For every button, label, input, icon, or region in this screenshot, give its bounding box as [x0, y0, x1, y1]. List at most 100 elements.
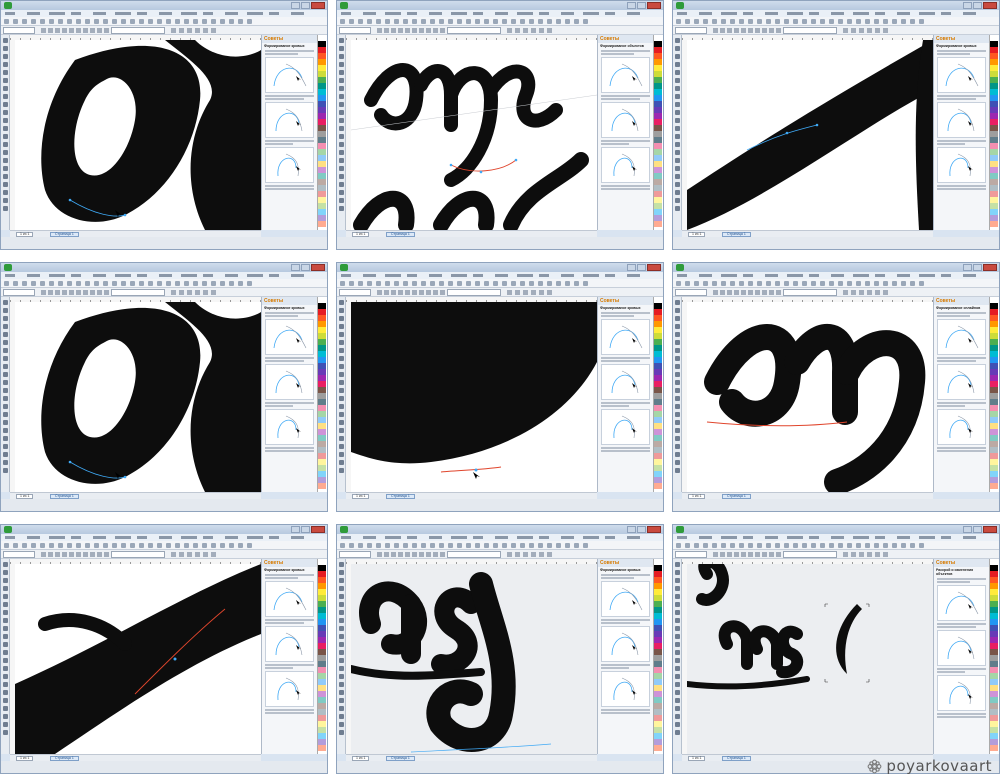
standard-toolbar[interactable] [337, 279, 663, 288]
toolbox[interactable] [337, 559, 346, 754]
snap-dropdown[interactable] [783, 289, 837, 296]
standard-toolbar[interactable] [673, 541, 999, 550]
preset-dropdown[interactable] [3, 27, 35, 34]
color-palette[interactable] [989, 35, 999, 230]
snap-dropdown[interactable] [783, 551, 837, 558]
color-palette[interactable] [317, 559, 327, 754]
window-controls[interactable] [963, 526, 997, 533]
menu-bar[interactable] [1, 10, 327, 17]
menu-bar[interactable] [673, 10, 999, 17]
drawing-canvas[interactable] [687, 564, 933, 754]
menu-bar[interactable] [673, 272, 999, 279]
color-palette[interactable] [653, 559, 663, 754]
drawing-canvas[interactable] [15, 40, 261, 230]
property-bar[interactable] [337, 288, 663, 297]
tips-docker[interactable]: Советы Формирование кривых [597, 297, 653, 492]
page-navigator[interactable]: 1 из 1 Страница 1 [10, 230, 261, 237]
color-palette[interactable] [989, 297, 999, 492]
page-navigator[interactable]: 1 из 1 Страница 1 [682, 492, 933, 499]
editor-window[interactable]: Советы Формирование кривых 1 из 1 Страни… [672, 0, 1000, 250]
window-controls[interactable] [627, 264, 661, 271]
toolbox[interactable] [1, 35, 10, 230]
standard-toolbar[interactable] [1, 279, 327, 288]
color-palette[interactable] [653, 35, 663, 230]
preset-dropdown[interactable] [339, 27, 371, 34]
editor-window[interactable]: Советы Формирование кривых 1 из 1 Страни… [336, 524, 664, 774]
standard-toolbar[interactable] [337, 17, 663, 26]
tips-docker[interactable]: Советы Формирование сплайнов [933, 297, 989, 492]
snap-dropdown[interactable] [111, 27, 165, 34]
editor-window[interactable]: Советы Формирование кривых 1 из 1 Страни… [0, 262, 328, 512]
menu-bar[interactable] [337, 272, 663, 279]
property-bar[interactable] [337, 26, 663, 35]
window-controls[interactable] [963, 264, 997, 271]
drawing-canvas[interactable] [351, 40, 597, 230]
snap-dropdown[interactable] [111, 551, 165, 558]
preset-dropdown[interactable] [675, 551, 707, 558]
snap-dropdown[interactable] [111, 289, 165, 296]
color-palette[interactable] [317, 297, 327, 492]
property-bar[interactable] [1, 550, 327, 559]
editor-window[interactable]: Советы Формирование кривых 1 из 1 Страни… [0, 0, 328, 250]
snap-dropdown[interactable] [783, 27, 837, 34]
toolbox[interactable] [673, 297, 682, 492]
snap-dropdown[interactable] [447, 27, 501, 34]
menu-bar[interactable] [673, 534, 999, 541]
property-bar[interactable] [673, 550, 999, 559]
drawing-canvas[interactable] [687, 302, 933, 492]
standard-toolbar[interactable] [673, 279, 999, 288]
page-navigator[interactable]: 1 из 1 Страница 1 [10, 492, 261, 499]
preset-dropdown[interactable] [3, 289, 35, 296]
tips-docker[interactable]: Советы Раскрой и изменения объектов [933, 559, 989, 754]
standard-toolbar[interactable] [673, 17, 999, 26]
menu-bar[interactable] [337, 534, 663, 541]
property-bar[interactable] [673, 26, 999, 35]
preset-dropdown[interactable] [675, 27, 707, 34]
page-navigator[interactable]: 1 из 1 Страница 1 [10, 754, 261, 761]
standard-toolbar[interactable] [1, 17, 327, 26]
preset-dropdown[interactable] [675, 289, 707, 296]
toolbox[interactable] [673, 35, 682, 230]
drawing-canvas[interactable] [15, 302, 261, 492]
page-navigator[interactable]: 1 из 1 Страница 1 [346, 492, 597, 499]
property-bar[interactable] [1, 26, 327, 35]
tips-docker[interactable]: Советы Формирование объектов [597, 35, 653, 230]
color-palette[interactable] [989, 559, 999, 754]
window-controls[interactable] [291, 264, 325, 271]
window-controls[interactable] [291, 2, 325, 9]
editor-window[interactable]: Советы Формирование кривых 1 из 1 Страни… [0, 524, 328, 774]
editor-window[interactable]: Советы Раскрой и изменения объектов 1 из… [672, 524, 1000, 774]
drawing-canvas[interactable] [687, 40, 933, 230]
editor-window[interactable]: Советы Формирование кривых 1 из 1 Страни… [336, 262, 664, 512]
color-palette[interactable] [653, 297, 663, 492]
drawing-canvas[interactable] [351, 302, 597, 492]
page-navigator[interactable]: 1 из 1 Страница 1 [682, 230, 933, 237]
window-controls[interactable] [627, 526, 661, 533]
color-palette[interactable] [317, 35, 327, 230]
tips-docker[interactable]: Советы Формирование кривых [261, 297, 317, 492]
window-controls[interactable] [291, 526, 325, 533]
drawing-canvas[interactable] [351, 564, 597, 754]
toolbox[interactable] [337, 35, 346, 230]
toolbox[interactable] [673, 559, 682, 754]
toolbox[interactable] [337, 297, 346, 492]
tips-docker[interactable]: Советы Формирование кривых [261, 35, 317, 230]
property-bar[interactable] [1, 288, 327, 297]
tips-docker[interactable]: Советы Формирование кривых [261, 559, 317, 754]
toolbox[interactable] [1, 559, 10, 754]
preset-dropdown[interactable] [339, 289, 371, 296]
property-bar[interactable] [673, 288, 999, 297]
property-bar[interactable] [337, 550, 663, 559]
editor-window[interactable]: Советы Формирование сплайнов 1 из 1 Стра… [672, 262, 1000, 512]
page-navigator[interactable]: 1 из 1 Страница 1 [346, 754, 597, 761]
snap-dropdown[interactable] [447, 551, 501, 558]
editor-window[interactable]: Советы Формирование объектов 1 из 1 Стра… [336, 0, 664, 250]
drawing-canvas[interactable] [15, 564, 261, 754]
standard-toolbar[interactable] [1, 541, 327, 550]
page-navigator[interactable]: 1 из 1 Страница 1 [346, 230, 597, 237]
window-controls[interactable] [627, 2, 661, 9]
menu-bar[interactable] [1, 534, 327, 541]
window-controls[interactable] [963, 2, 997, 9]
tips-docker[interactable]: Советы Формирование кривых [933, 35, 989, 230]
preset-dropdown[interactable] [3, 551, 35, 558]
